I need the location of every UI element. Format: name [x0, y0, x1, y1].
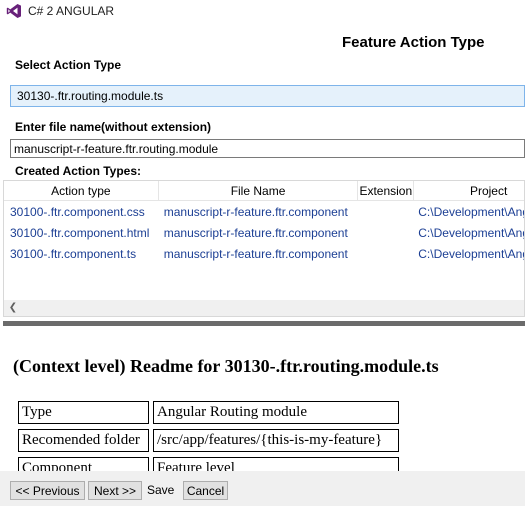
created-action-types-label: Created Action Types: [15, 164, 142, 178]
cell-action-type: 30100-.ftr.component.ts [10, 246, 137, 261]
column-header-project[interactable]: Project [414, 181, 524, 201]
table-row[interactable]: 30100-.ftr.component.ts manuscript-r-fea… [4, 243, 525, 264]
previous-button[interactable]: << Previous [10, 481, 85, 500]
column-header-extension[interactable]: Extension [358, 181, 415, 201]
cell-file-name: manuscript-r-feature.ftr.component [163, 246, 348, 261]
created-action-types-grid[interactable]: Action type File Name Extension Project … [3, 180, 525, 317]
file-name-input[interactable] [10, 139, 525, 158]
action-type-selected-value: 30130-.ftr.routing.module.ts [17, 89, 164, 103]
cell-project: C:\Development\Ang [418, 225, 525, 240]
readme-key: Type [18, 401, 149, 424]
action-type-label: Select Action Type [15, 58, 122, 72]
grid-header: Action type File Name Extension Project [4, 181, 524, 201]
readme-table: Type Angular Routing module Recomended f… [18, 401, 408, 471]
cell-action-type: 30100-.ftr.component.html [10, 225, 150, 240]
file-name-label: Enter file name(without extension) [15, 120, 212, 134]
cancel-button[interactable]: Cancel [183, 481, 228, 500]
title-bar: C# 2 ANGULAR [0, 0, 525, 22]
horizontal-scrollbar[interactable]: ❮ [4, 300, 524, 316]
cell-extension [358, 243, 414, 264]
table-row[interactable]: 30100-.ftr.component.css manuscript-r-fe… [4, 201, 525, 222]
save-button[interactable]: Save [147, 483, 174, 497]
chevron-left-icon[interactable]: ❮ [7, 302, 19, 314]
readme-row: Recomended folder /src/app/features/{thi… [18, 429, 400, 454]
splitter[interactable] [3, 321, 525, 326]
cell-project: C:\Development\Ang [418, 204, 525, 219]
readme-value: /src/app/features/{this-is-my-feature} [153, 429, 399, 452]
readme-key: Recomended folder [18, 429, 149, 452]
readme-value: Angular Routing module [153, 401, 399, 424]
readme-row: Component Feature level [18, 457, 400, 471]
next-button[interactable]: Next >> [88, 481, 142, 500]
cell-project: C:\Development\Ang [418, 246, 525, 261]
readme-row: Type Angular Routing module [18, 401, 400, 426]
cell-extension [358, 201, 414, 222]
app-title: C# 2 ANGULAR [28, 4, 115, 18]
table-row[interactable]: 30100-.ftr.component.html manuscript-r-f… [4, 222, 525, 243]
readme-key: Component [18, 457, 149, 471]
cell-extension [358, 222, 414, 243]
readme-value: Feature level [153, 457, 399, 471]
page-title: Feature Action Type [342, 34, 485, 51]
readme-title: (Context level) Readme for 30130-.ftr.ro… [13, 356, 439, 376]
action-type-select[interactable]: 30130-.ftr.routing.module.ts [10, 85, 525, 107]
column-header-file-name[interactable]: File Name [159, 181, 359, 201]
cell-file-name: manuscript-r-feature.ftr.component [163, 225, 348, 240]
column-header-action-type[interactable]: Action type [4, 181, 159, 201]
cell-file-name: manuscript-r-feature.ftr.component [163, 204, 348, 219]
cell-action-type: 30100-.ftr.component.css [10, 204, 145, 219]
visual-studio-icon [6, 4, 21, 18]
